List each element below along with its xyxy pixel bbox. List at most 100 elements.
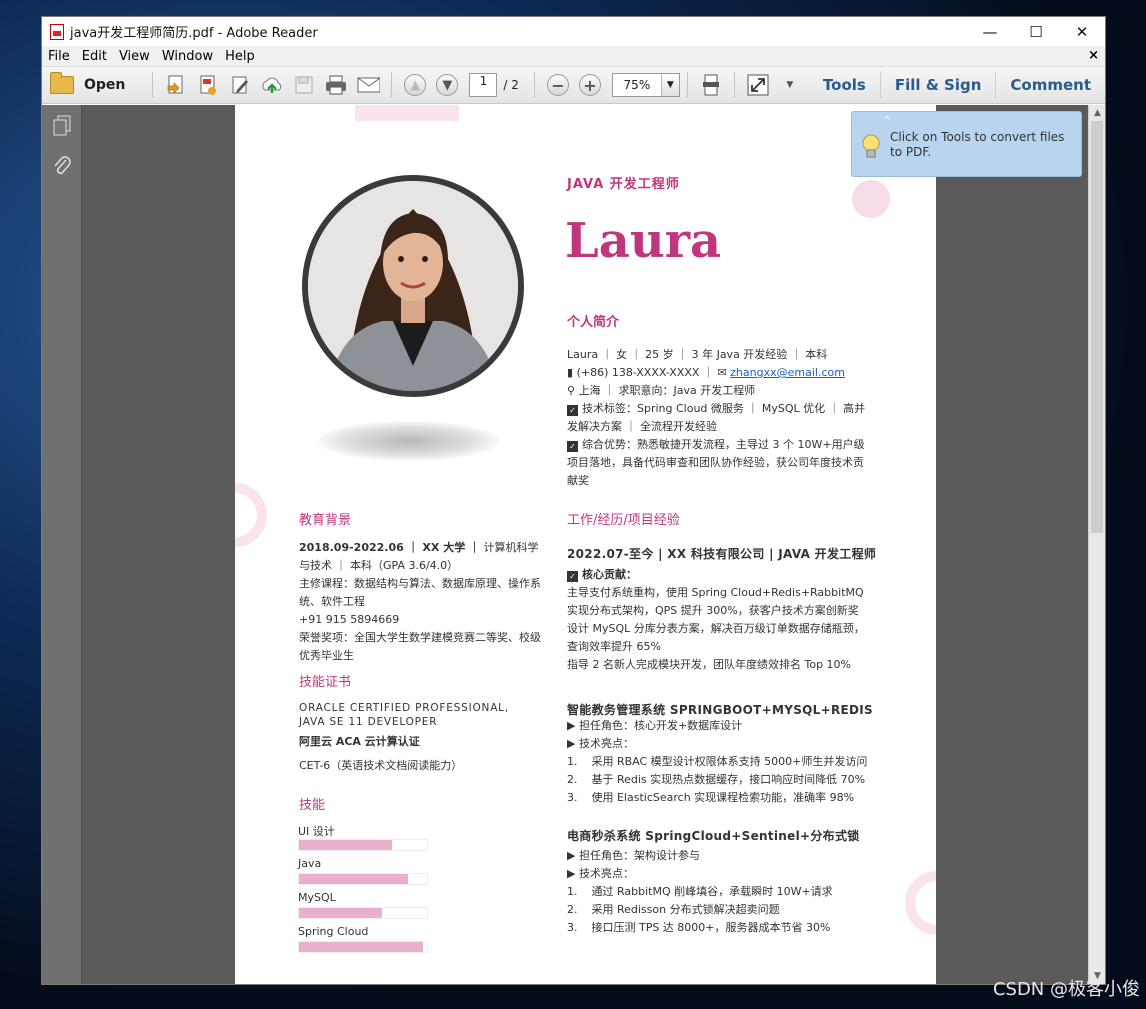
education-details: 2018.09-2022.06 ｜ XX 大学 ｜ 计算机科学与技术 ｜ 本科（…	[299, 539, 541, 665]
csdn-watermark: CSDN @极客小俊	[992, 979, 1140, 1000]
job-contributions: ✓ 核心贡献： 主导支付系统重构，使用 Spring Cloud+Redis+Ra…	[567, 566, 869, 674]
page-number-input[interactable]: 1	[469, 73, 498, 97]
edit-pdf-button[interactable]	[228, 73, 252, 97]
cert-aliyun: 阿里云 ACA 云计算认证	[299, 735, 420, 748]
education-phone: +91 915 5894669	[299, 613, 400, 626]
minimize-button[interactable]: —	[967, 17, 1013, 46]
adobe-reader-window: java开发工程师简历.pdf - Adobe Reader — ☐ ✕ Fil…	[41, 16, 1106, 985]
open-button[interactable]: Open	[50, 72, 125, 94]
plus-icon: +	[578, 74, 601, 96]
arrow-down-icon: ▼	[436, 74, 459, 96]
title-bar: java开发工程师简历.pdf - Adobe Reader — ☐ ✕	[42, 17, 1105, 46]
next-page-button[interactable]: ▼	[435, 73, 459, 97]
zoom-select[interactable]: 75% ▼	[611, 73, 680, 97]
export-pdf-button[interactable]	[196, 73, 220, 97]
close-window-button[interactable]: ✕	[1059, 17, 1105, 46]
cloud-upload-icon	[262, 77, 282, 93]
profile-location: ⚲ 上海 ｜ 求职意向：Java 开发工程师	[567, 382, 869, 400]
attachments-paperclip-icon[interactable]	[51, 155, 73, 177]
menu-bar: File Edit View Window Help ×	[42, 46, 1105, 67]
main-toolbar: Open ▲ ▼ 1 / 2 − + 75% ▼ ▼ Tools Fill & …	[42, 67, 1105, 104]
skills-section-title: 技能	[299, 798, 326, 813]
zoom-out-button[interactable]: −	[546, 73, 570, 97]
fill-sign-button[interactable]: Fill & Sign	[879, 71, 996, 99]
tools-button[interactable]: Tools	[809, 71, 880, 99]
work-section-title: 工作/经历/项目经验	[567, 513, 680, 528]
edit-pen-icon	[232, 76, 249, 94]
skill-bar-fill	[299, 874, 408, 884]
maximize-button[interactable]: ☐	[1013, 17, 1059, 46]
project2-role: ▶ 担任角色：架构设计参与	[567, 849, 700, 862]
comment-button[interactable]: Comment	[995, 71, 1105, 99]
skill-bar	[298, 907, 428, 919]
save-disk-icon	[295, 76, 313, 94]
skill-item: MySQL	[298, 891, 428, 919]
toolbar-separator	[733, 72, 735, 98]
resume-job-title: JAVA 开发工程师	[567, 177, 680, 192]
full-screen-button[interactable]	[746, 73, 770, 97]
phone-icon: ▮	[567, 366, 574, 379]
previous-page-button[interactable]: ▲	[403, 73, 427, 97]
skill-label: Spring Cloud	[298, 925, 369, 938]
project2-heading: 电商秒杀系统 SpringCloud+Sentinel+分布式锁	[567, 829, 860, 843]
close-document-button[interactable]: ×	[1088, 48, 1099, 63]
vertical-scrollbar[interactable]: ▲ ▼	[1088, 105, 1105, 984]
checkbox-icon: ✓	[567, 441, 578, 452]
project2-item: 2. 采用 Redisson 分布式锁解决超卖问题	[567, 903, 780, 916]
skill-bar	[298, 873, 428, 885]
skill-label: UI 设计	[298, 825, 335, 838]
page-thumbnails-icon[interactable]	[51, 115, 73, 137]
profile-location-text: 上海 ｜ 求职意向：Java 开发工程师	[578, 384, 756, 397]
profile-email-link[interactable]: zhangxx@email.com	[730, 366, 845, 379]
toolbar-separator	[152, 72, 154, 98]
education-section-title: 教育背景	[299, 513, 352, 528]
profile-details: Laura ｜ 女 ｜ 25 岁 ｜ 3 年 Java 开发经验 ｜ 本科 ▮ …	[567, 346, 869, 490]
project2-tech-label: ▶ 技术亮点：	[567, 867, 634, 880]
upload-cloud-button[interactable]	[260, 73, 284, 97]
expand-icon	[747, 74, 769, 96]
skill-bar-fill	[299, 908, 383, 918]
window-title: java开发工程师简历.pdf - Adobe Reader	[70, 26, 318, 41]
photo-shadow	[318, 421, 500, 461]
toolbar-options-button[interactable]: ▼	[778, 73, 802, 97]
project2-details: ▶ 担任角色：架构设计参与 ▶ 技术亮点： 1. 通过 RabbitMQ 削峰填…	[567, 847, 877, 937]
scrollbar-thumb[interactable]	[1091, 121, 1103, 533]
toolbar-separator	[391, 72, 393, 98]
project1-item: 3. 使用 ElasticSearch 实现课程检索功能，准确率 98%	[567, 791, 855, 804]
scroll-up-arrow-icon[interactable]: ▲	[1089, 105, 1105, 121]
print-button[interactable]	[324, 73, 348, 97]
export-pdf-icon	[200, 75, 217, 95]
menu-window[interactable]: Window	[162, 49, 213, 64]
contrib-item: 设计 MySQL 分库分表方案，解决百万级订单数据存储瓶颈，查询效率提升 65%	[567, 622, 865, 653]
fit-page-button[interactable]	[699, 73, 723, 97]
skill-item: Spring Cloud	[298, 925, 428, 953]
profile-tags-text: 技术标签：Spring Cloud 微服务 ｜ MySQL 优化 ｜ 高并发解决…	[567, 402, 866, 433]
chevron-down-icon[interactable]: ▼	[660, 74, 679, 96]
document-area: JAVA 开发工程师 Laura 个人简介 Laura ｜ 女 ｜ 25 岁 ｜…	[42, 105, 1105, 984]
job-heading: 2022.07-至今 | XX 科技有限公司 | JAVA 开发工程师	[567, 547, 877, 561]
education-courses: 主修课程：数据结构与算法、数据库原理、操作系统、软件工程	[299, 577, 541, 608]
tooltip-caret-icon: ⌃	[882, 114, 893, 128]
zoom-in-button[interactable]: +	[578, 73, 602, 97]
decor-ring	[905, 871, 936, 935]
menu-help[interactable]: Help	[225, 49, 255, 64]
menu-file[interactable]: File	[48, 49, 70, 64]
email-button[interactable]	[356, 73, 381, 97]
project2-item: 1. 通过 RabbitMQ 削峰填谷，承载瞬时 10W+请求	[567, 885, 833, 898]
contrib-item: 主导支付系统重构，使用 Spring Cloud+Redis+RabbitMQ …	[567, 586, 864, 617]
skill-item: UI 设计	[298, 823, 428, 851]
menu-edit[interactable]: Edit	[82, 49, 107, 64]
create-pdf-button[interactable]	[164, 73, 188, 97]
toolbar-separator	[686, 72, 688, 98]
profile-section-title: 个人简介	[567, 315, 620, 330]
checkbox-icon: ✓	[567, 571, 578, 582]
lightbulb-icon	[862, 134, 880, 158]
save-button[interactable]	[292, 73, 316, 97]
fit-page-icon	[702, 74, 719, 96]
menu-view[interactable]: View	[119, 49, 150, 64]
project1-item: 1. 采用 RBAC 模型设计权限体系支持 5000+师生并发访问	[567, 755, 868, 768]
arrow-up-icon: ▲	[404, 74, 427, 96]
decor-circle	[852, 180, 890, 218]
location-pin-icon: ⚲	[567, 384, 576, 397]
profile-phone: (+86) 138-XXXX-XXXX ｜	[576, 366, 718, 379]
